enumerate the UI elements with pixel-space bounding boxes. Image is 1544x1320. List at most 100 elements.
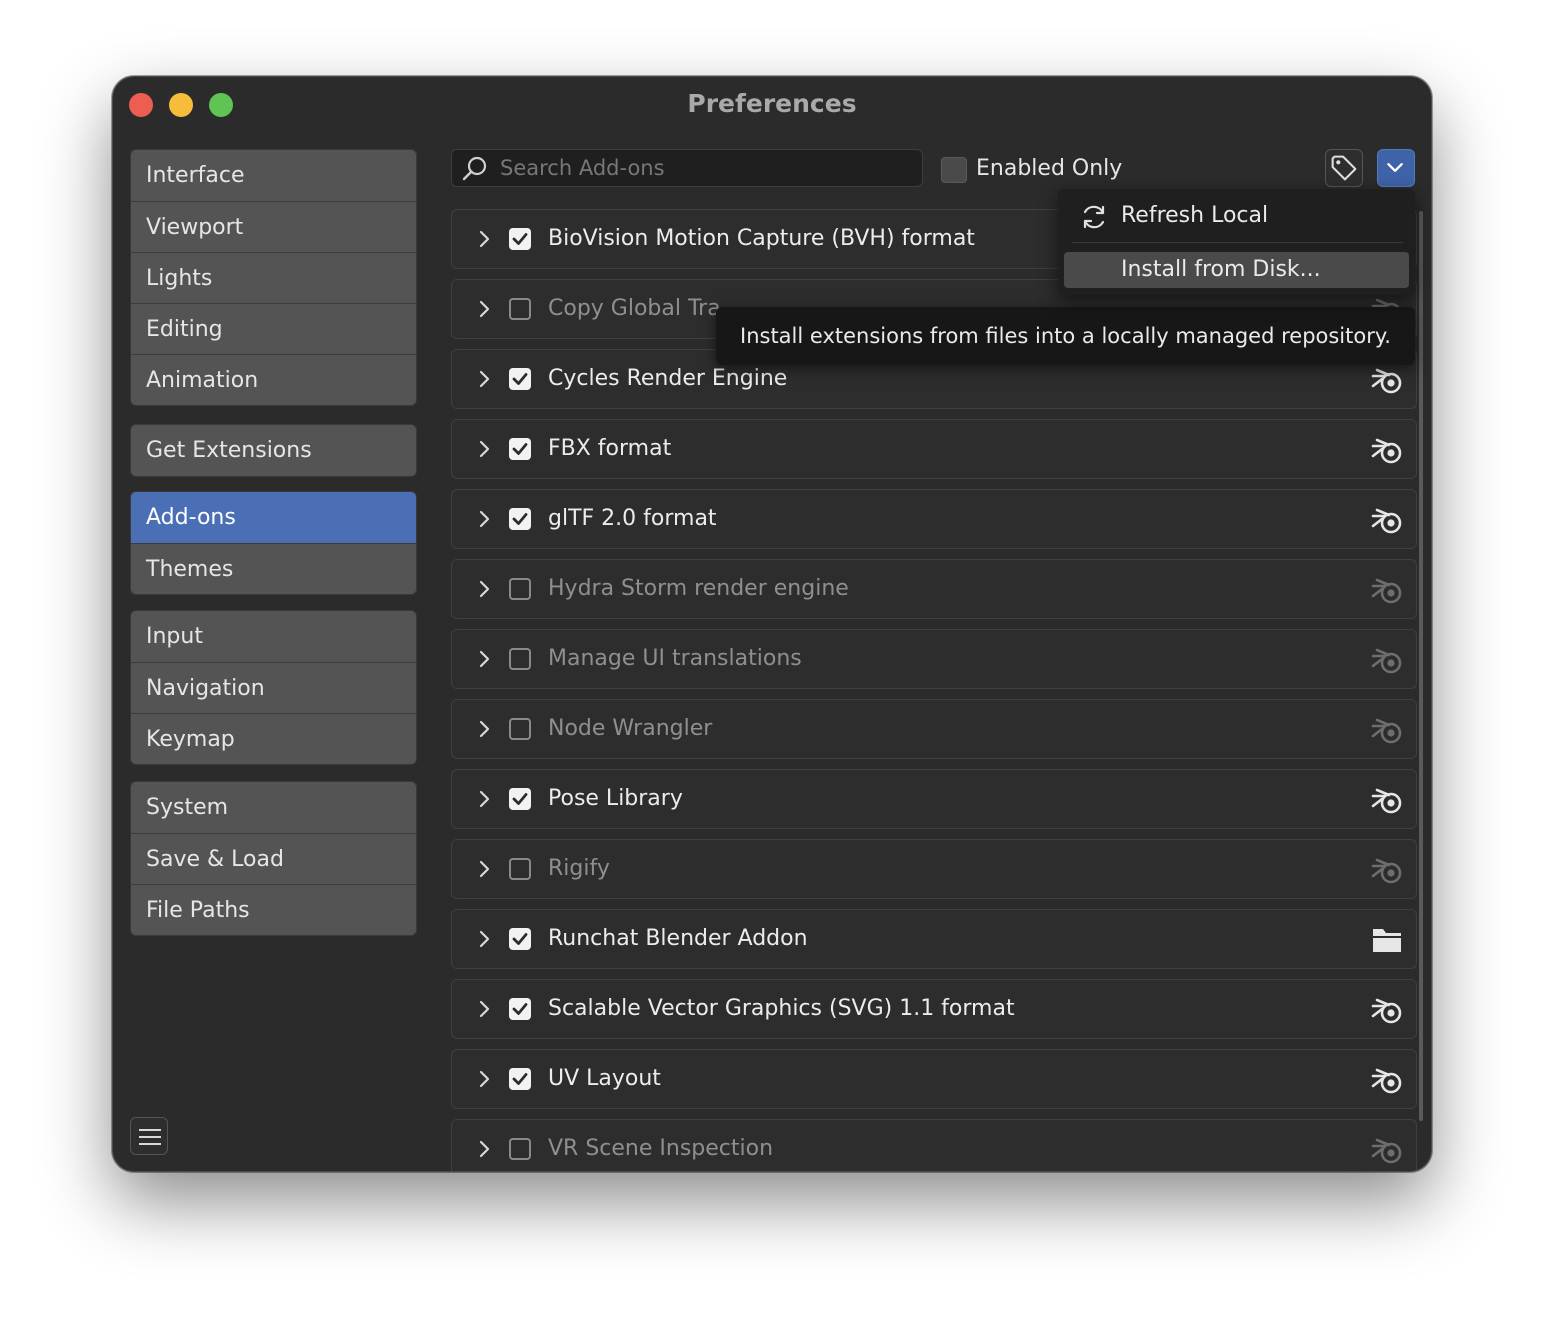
sidebar-item-lights[interactable]: Lights <box>131 252 416 303</box>
addon-enable-checkbox[interactable] <box>509 1138 531 1160</box>
expand-chevron-icon[interactable] <box>472 647 496 671</box>
addon-row[interactable]: VR Scene Inspection <box>451 1119 1417 1171</box>
blender-icon <box>1370 434 1404 466</box>
expand-chevron-icon[interactable] <box>472 227 496 251</box>
expand-chevron-icon[interactable] <box>472 577 496 601</box>
title-bar: Preferences <box>113 77 1431 135</box>
sidebar-item-themes[interactable]: Themes <box>131 543 416 594</box>
sidebar-item-save-load[interactable]: Save & Load <box>131 833 416 884</box>
blender-icon <box>1370 574 1404 606</box>
tooltip: Install extensions from files into a loc… <box>716 307 1415 365</box>
addon-name: FBX format <box>548 436 672 461</box>
addon-enable-checkbox[interactable] <box>509 228 531 250</box>
preferences-window: Preferences Interface Viewport Lights Editi… <box>112 76 1432 1172</box>
sidebar-item-file-paths[interactable]: File Paths <box>131 884 416 935</box>
sidebar-item-input[interactable]: Input <box>131 611 416 662</box>
refresh-icon <box>1083 205 1105 229</box>
addon-enable-checkbox[interactable] <box>509 998 531 1020</box>
sidebar-group: Add-ons Themes <box>130 491 417 595</box>
addon-enable-checkbox[interactable] <box>509 298 531 320</box>
checkmark-icon <box>512 1073 528 1085</box>
tag-icon <box>1331 155 1357 181</box>
search-field[interactable] <box>451 149 923 187</box>
checkmark-icon <box>512 443 528 455</box>
addon-name: VR Scene Inspection <box>548 1136 774 1161</box>
expand-chevron-icon[interactable] <box>472 437 496 461</box>
addon-enable-checkbox[interactable] <box>509 578 531 600</box>
expand-chevron-icon[interactable] <box>472 787 496 811</box>
checkmark-icon <box>512 373 528 385</box>
chevron-down-icon <box>1387 163 1403 172</box>
sidebar-group: Get Extensions <box>130 424 417 477</box>
addon-enable-checkbox[interactable] <box>509 788 531 810</box>
sidebar-item-system[interactable]: System <box>131 782 416 833</box>
menu-separator <box>1072 242 1403 243</box>
sidebar-item-editing[interactable]: Editing <box>131 303 416 354</box>
sidebar-item-get-extensions[interactable]: Get Extensions <box>131 425 416 476</box>
expand-chevron-icon[interactable] <box>472 507 496 531</box>
addon-enable-checkbox[interactable] <box>509 508 531 530</box>
expand-chevron-icon[interactable] <box>472 927 496 951</box>
addon-enable-checkbox[interactable] <box>509 928 531 950</box>
blender-icon <box>1370 644 1404 676</box>
extensions-dropdown-button[interactable] <box>1377 149 1415 187</box>
addon-row[interactable]: Rigify <box>451 839 1417 899</box>
enabled-only-checkbox[interactable] <box>941 157 967 183</box>
addon-row[interactable]: Scalable Vector Graphics (SVG) 1.1 forma… <box>451 979 1417 1039</box>
menu-item-install-from-disk[interactable]: Install from Disk... <box>1064 252 1409 288</box>
blender-icon <box>1370 364 1404 396</box>
blender-icon <box>1370 854 1404 886</box>
addon-row[interactable]: UV Layout <box>451 1049 1417 1109</box>
checkmark-icon <box>512 793 528 805</box>
menu-item-refresh-local[interactable]: Refresh Local <box>1064 198 1409 234</box>
addon-row[interactable]: Runchat Blender Addon <box>451 909 1417 969</box>
checkmark-icon <box>512 513 528 525</box>
tags-filter-button[interactable] <box>1325 149 1363 187</box>
checkmark-icon <box>512 933 528 945</box>
expand-chevron-icon[interactable] <box>472 717 496 741</box>
addon-enable-checkbox[interactable] <box>509 438 531 460</box>
addon-row[interactable]: Manage UI translations <box>451 629 1417 689</box>
sidebar-item-animation[interactable]: Animation <box>131 354 416 405</box>
expand-chevron-icon[interactable] <box>472 297 496 321</box>
sidebar-item-interface[interactable]: Interface <box>131 150 416 201</box>
expand-chevron-icon[interactable] <box>472 997 496 1021</box>
addon-enable-checkbox[interactable] <box>509 1068 531 1090</box>
addon-row[interactable]: Pose Library <box>451 769 1417 829</box>
sidebar-item-viewport[interactable]: Viewport <box>131 201 416 252</box>
extensions-dropdown-menu: Refresh Local Install from Disk... <box>1058 189 1415 295</box>
menu-button[interactable] <box>130 1117 168 1155</box>
menu-item-label: Install from Disk... <box>1121 257 1321 282</box>
addon-name: Scalable Vector Graphics (SVG) 1.1 forma… <box>548 996 1015 1021</box>
addon-name: Node Wrangler <box>548 716 713 741</box>
blender-icon <box>1370 1134 1404 1166</box>
addon-enable-checkbox[interactable] <box>509 858 531 880</box>
blender-icon <box>1370 1064 1404 1096</box>
addon-enable-checkbox[interactable] <box>509 368 531 390</box>
search-icon <box>462 156 487 181</box>
addon-enable-checkbox[interactable] <box>509 718 531 740</box>
addon-name: UV Layout <box>548 1066 661 1091</box>
expand-chevron-icon[interactable] <box>472 1067 496 1091</box>
expand-chevron-icon[interactable] <box>472 857 496 881</box>
sidebar-item-add-ons[interactable]: Add-ons <box>131 492 416 543</box>
expand-chevron-icon[interactable] <box>472 367 496 391</box>
addon-row[interactable]: glTF 2.0 format <box>451 489 1417 549</box>
addon-row[interactable]: Hydra Storm render engine <box>451 559 1417 619</box>
sidebar-group: Interface Viewport Lights Editing Animation <box>130 149 417 406</box>
checkmark-icon <box>512 1003 528 1015</box>
sidebar-group: Input Navigation Keymap <box>130 610 417 765</box>
addon-row[interactable]: Node Wrangler <box>451 699 1417 759</box>
addon-row[interactable]: FBX format <box>451 419 1417 479</box>
addon-enable-checkbox[interactable] <box>509 648 531 670</box>
blender-icon <box>1370 504 1404 536</box>
sidebar-item-navigation[interactable]: Navigation <box>131 662 416 713</box>
window-title: Preferences <box>687 89 857 118</box>
expand-chevron-icon[interactable] <box>472 1137 496 1161</box>
addon-list-scrollbar[interactable] <box>1419 211 1423 1121</box>
folder-icon <box>1370 924 1404 956</box>
sidebar-item-keymap[interactable]: Keymap <box>131 713 416 764</box>
addon-name: Copy Global Tra <box>548 296 721 321</box>
hamburger-icon <box>139 1129 161 1131</box>
search-input[interactable] <box>500 150 910 186</box>
